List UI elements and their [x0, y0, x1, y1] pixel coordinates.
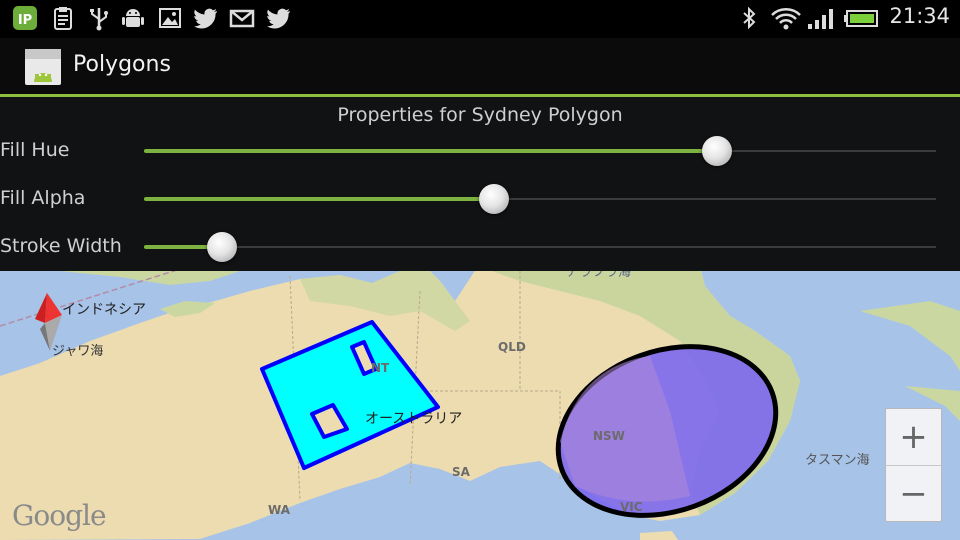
fill-hue-slider-fill: [144, 149, 717, 153]
gmail-icon: [229, 9, 255, 28]
zoom-controls: + −: [885, 408, 942, 522]
map-label-sa: SA: [452, 465, 470, 479]
battery-icon: [844, 10, 878, 27]
map-label-indonesia: インドネシア: [62, 302, 146, 318]
map-label-nt: NT: [371, 361, 390, 375]
map-label-wa: WA: [268, 503, 290, 517]
fill-alpha-slider-fill: [144, 197, 494, 201]
fill-alpha-label: Fill Alpha: [0, 187, 86, 209]
action-bar: Polygons: [0, 38, 960, 94]
zoom-out-button[interactable]: −: [886, 466, 941, 522]
google-logo: Google: [12, 499, 107, 532]
fill-hue-slider-thumb[interactable]: [702, 136, 732, 166]
twitter-icon: [194, 8, 217, 29]
map-label-qld: QLD: [498, 340, 526, 354]
clipboard-icon: [54, 7, 72, 30]
map-label-nsw: NSW: [593, 429, 625, 443]
zoom-in-button[interactable]: +: [886, 409, 941, 465]
map-label-tasman-sea: タスマン海: [805, 453, 870, 468]
fill-hue-label: Fill Hue: [0, 139, 70, 161]
app-launcher-icon[interactable]: [24, 48, 62, 86]
stroke-width-slider-thumb[interactable]: [207, 232, 237, 262]
panel-title: Properties for Sydney Polygon: [337, 104, 623, 126]
map-label-australia: オーストラリア: [365, 411, 463, 427]
fill-hue-slider[interactable]: [144, 136, 936, 166]
fill-alpha-slider-thumb[interactable]: [479, 184, 509, 214]
map-label-java-sea: ジャワ海: [52, 344, 104, 359]
stroke-width-slider[interactable]: [144, 232, 936, 262]
signal-icon: [808, 9, 833, 29]
wifi-icon: [771, 8, 801, 30]
app-title: Polygons: [73, 52, 171, 77]
fill-alpha-slider[interactable]: [144, 184, 936, 214]
svg-text:IP: IP: [18, 13, 32, 28]
map-label-vic: VIC: [620, 500, 643, 514]
android-debug-icon: [122, 9, 144, 27]
status-bar: IP 21:34: [0, 0, 960, 38]
stroke-width-label: Stroke Width: [0, 235, 122, 257]
usb-icon: [90, 8, 108, 31]
image-icon: [159, 8, 181, 28]
app-ip-icon: IP: [13, 6, 37, 30]
twitter-icon: [267, 8, 290, 29]
clock: 21:34: [889, 4, 950, 28]
map-view[interactable]: インドネシア ジャワ海 アラフラ海 NT QLD オーストラリア SA WA N…: [0, 271, 960, 540]
bluetooth-icon: [743, 6, 756, 30]
properties-panel: Properties for Sydney Polygon Fill Hue F…: [0, 97, 960, 271]
map-label-arafura-sea: アラフラ海: [566, 271, 632, 280]
